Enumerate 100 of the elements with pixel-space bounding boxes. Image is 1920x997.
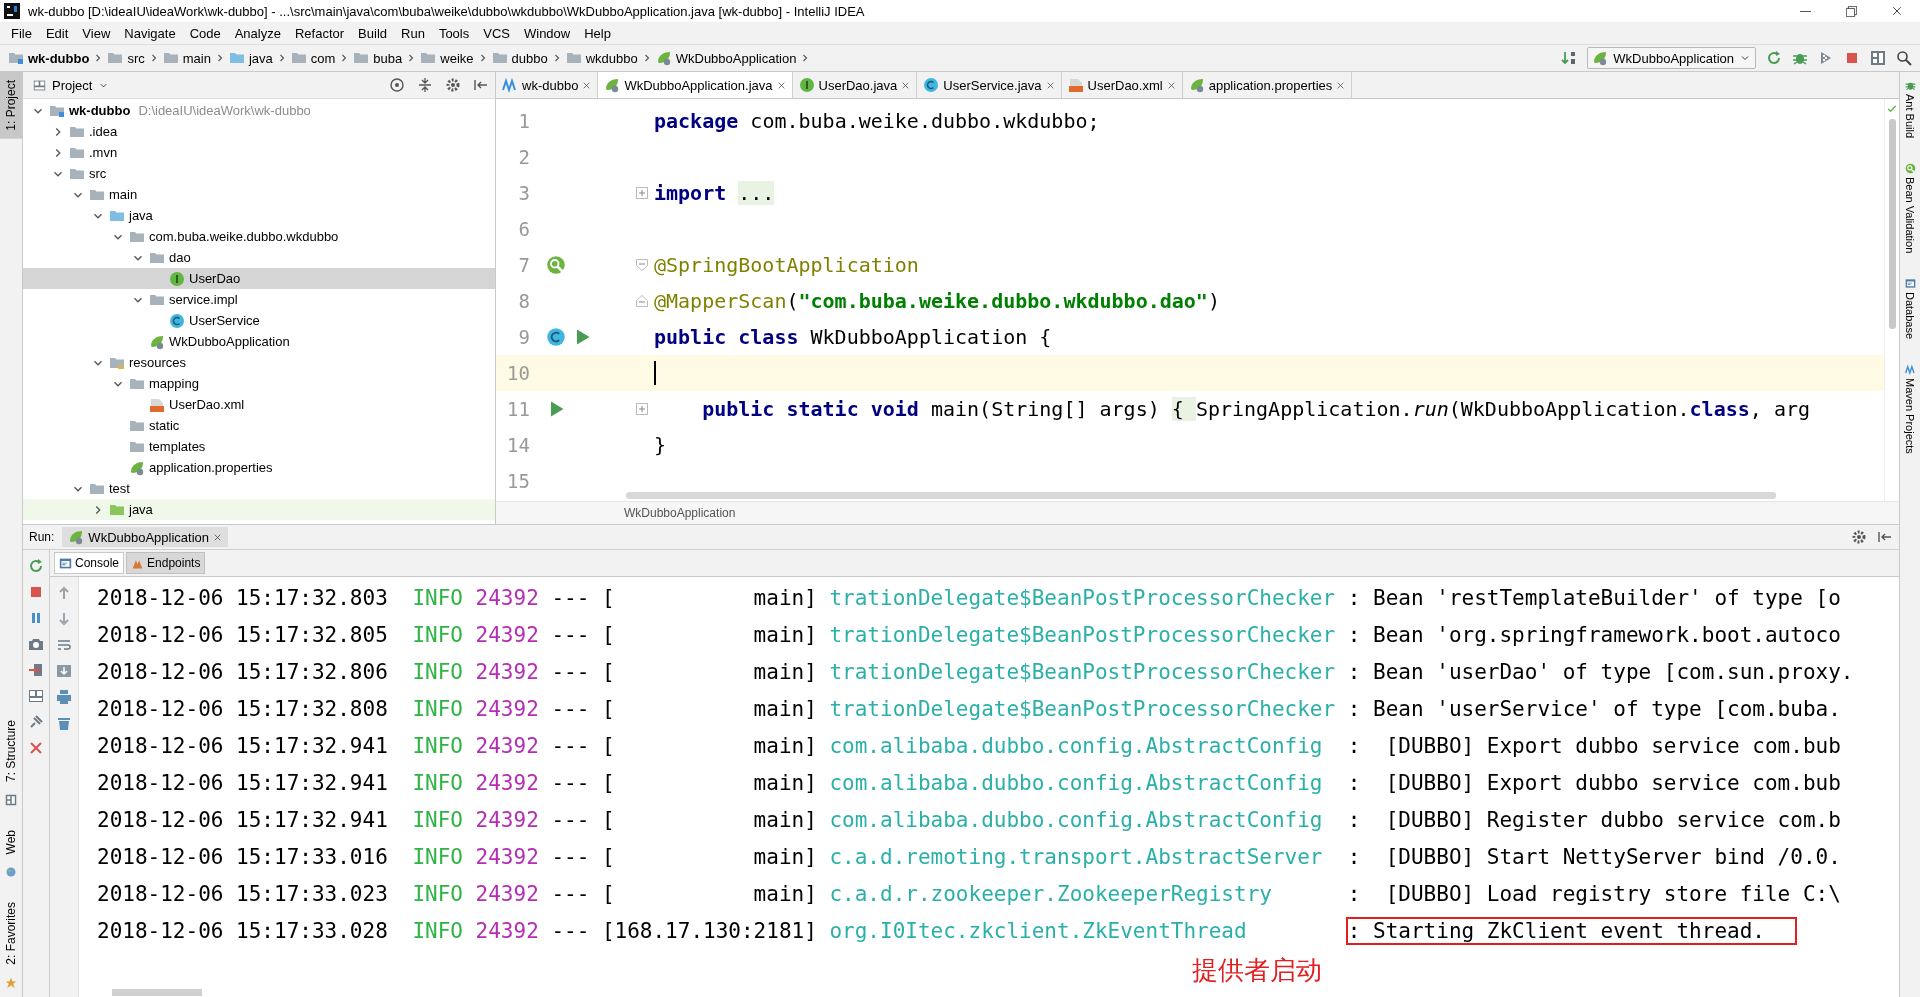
line-number: 15 (506, 470, 530, 492)
tree-item[interactable]: resources (109, 354, 187, 371)
tool-window-tab[interactable]: 2: Favorites (4, 894, 18, 973)
line-number: 3 (517, 182, 530, 204)
editor-tab[interactable]: UserDao.java (792, 72, 918, 98)
tree-item[interactable]: com.buba.weike.dubbo.wkdubbo (129, 228, 339, 245)
tree-item[interactable]: .mvn (69, 144, 118, 161)
breadcrumb-item[interactable]: main (162, 50, 211, 66)
breadcrumb-item[interactable]: weike (420, 50, 474, 66)
breadcrumb-item[interactable]: java (228, 50, 273, 66)
log-level: INFO (412, 844, 463, 869)
code-keyword: import (654, 181, 727, 205)
editor-tab[interactable]: UserDao.xml (1061, 72, 1183, 98)
line-number: 9 (517, 326, 530, 348)
tree-item[interactable]: mapping (129, 375, 199, 392)
log-separator: --- (551, 585, 590, 610)
breadcrumb-item[interactable]: buba (353, 50, 403, 66)
tree-item[interactable]: java (109, 501, 153, 518)
menu-item[interactable]: File (4, 25, 39, 41)
menu-item[interactable]: Code (182, 25, 228, 41)
log-pid: 24392 (475, 696, 539, 721)
log-separator: --- (551, 770, 590, 795)
tool-window-tab[interactable]: Bean Validation (1904, 177, 1916, 254)
log-thread: [ main] (601, 807, 817, 832)
folded-code: { (1171, 397, 1196, 421)
run-tab[interactable]: WkDubboApplication (62, 527, 229, 547)
menu-item[interactable]: Window (516, 25, 578, 41)
log-pid: 24392 (475, 807, 539, 832)
code-text: ( (786, 289, 799, 313)
console-tab[interactable]: Endpoints (126, 552, 206, 574)
menu-item[interactable]: View (75, 25, 118, 41)
tree-item[interactable]: test (89, 480, 130, 497)
editor-tab[interactable]: application.properties (1182, 72, 1353, 98)
tree-item[interactable]: main (89, 186, 138, 203)
code-text: (WkDubboApplication. (1448, 397, 1690, 421)
log-thread: [ main] (601, 659, 817, 684)
breadcrumb-item[interactable]: dubbo (491, 50, 548, 66)
run-configuration-dropdown[interactable]: WkDubboApplication (1587, 47, 1756, 69)
breadcrumb-item[interactable]: src (107, 50, 145, 66)
log-thread: [ main] (601, 622, 817, 647)
code-text: WkDubboApplication { (809, 325, 1052, 349)
log-level: INFO (412, 733, 463, 758)
tree-item[interactable]: templates (129, 438, 206, 455)
tool-window-tab[interactable]: Ant Build (1904, 94, 1916, 139)
tool-window-tab[interactable]: 1: Project (0, 72, 22, 139)
folded-code: ... (738, 181, 775, 205)
menu-item[interactable]: Navigate (117, 25, 183, 41)
tree-item[interactable]: wk-dubbo (49, 102, 131, 119)
tree-item[interactable]: java (109, 207, 153, 224)
panel-title: Run: (29, 530, 55, 544)
tree-item[interactable]: UserDao (169, 270, 241, 287)
breadcrumb-item[interactable]: wk-dubbo (8, 50, 90, 66)
log-pid: 24392 (475, 770, 539, 795)
menu-item[interactable]: Run (394, 25, 432, 41)
menu-item[interactable]: Analyze (227, 25, 288, 41)
log-message: : Bean 'org.springframework.boot.autoco (1346, 622, 1841, 647)
menu-item[interactable]: Help (577, 25, 618, 41)
tree-item[interactable]: service.impl (149, 291, 238, 308)
log-message: : Bean 'restTemplateBuilder' of type [o (1346, 585, 1841, 610)
log-pid: 24392 (475, 881, 539, 906)
log-level: INFO (412, 770, 463, 795)
tree-item[interactable]: application.properties (129, 459, 273, 476)
log-thread: [ main] (601, 585, 817, 610)
menu-item[interactable]: Build (351, 25, 394, 41)
tree-item[interactable]: WkDubboApplication (149, 333, 290, 350)
menu-item[interactable]: Edit (38, 25, 76, 41)
menu-item[interactable]: Refactor (287, 25, 352, 41)
tool-window-tab[interactable]: Web (4, 821, 18, 863)
window-title: wk-dubbo [D:\ideaIU\ideaWork\wk-dubbo] - ...\src\main\java\com\buba\weike\dubbo\wkdubbo\WkDubboApplication.java [wk-dubbo] - IntelliJ IDEA (28, 3, 865, 19)
log-thread: [ main] (601, 770, 817, 795)
tree-item[interactable]: UserDao.xml (149, 396, 245, 413)
tree-item[interactable]: src (69, 165, 107, 182)
log-level: INFO (412, 659, 463, 684)
breadcrumb-item[interactable]: WkDubboApplication (624, 506, 736, 520)
menu-item[interactable]: VCS (476, 25, 517, 41)
editor-tab[interactable]: WkDubboApplication.java (598, 72, 793, 98)
log-message: : [DUBBO] Register dubbo service com.b (1346, 807, 1841, 832)
code-keyword: package (654, 109, 739, 133)
panel-title[interactable]: Project (29, 77, 110, 93)
editor-tab[interactable]: UserService.java (917, 72, 1062, 98)
breadcrumb-item[interactable]: com (290, 50, 336, 66)
breadcrumb-item[interactable]: wkdubbo (565, 50, 638, 66)
tree-item[interactable]: UserService (169, 312, 260, 329)
menu-item[interactable]: Tools (431, 25, 477, 41)
annotation-text: 提供者启动 (1191, 954, 1323, 987)
tree-item[interactable]: dao (149, 249, 191, 266)
log-logger: trationDelegate$BeanPostProcessorChecker (829, 585, 1336, 610)
console-tab[interactable]: Console (54, 552, 125, 574)
log-pid: 24392 (475, 585, 539, 610)
log-logger: trationDelegate$BeanPostProcessorChecker (829, 696, 1336, 721)
tool-window-tab[interactable]: Maven Projects (1904, 378, 1916, 455)
breadcrumb-item[interactable]: WkDubboApplication (655, 50, 797, 66)
tool-window-tab[interactable]: Database (1904, 292, 1916, 340)
line-number: 10 (506, 362, 530, 384)
tool-window-tab[interactable]: 7: Structure (4, 711, 18, 790)
tree-item[interactable]: .idea (69, 123, 118, 140)
log-message: : Starting ZkClient event thread. (1347, 918, 1795, 943)
code-keyword: public class (654, 325, 799, 349)
log-pid: 24392 (475, 844, 539, 869)
tree-item[interactable]: static (129, 417, 180, 434)
